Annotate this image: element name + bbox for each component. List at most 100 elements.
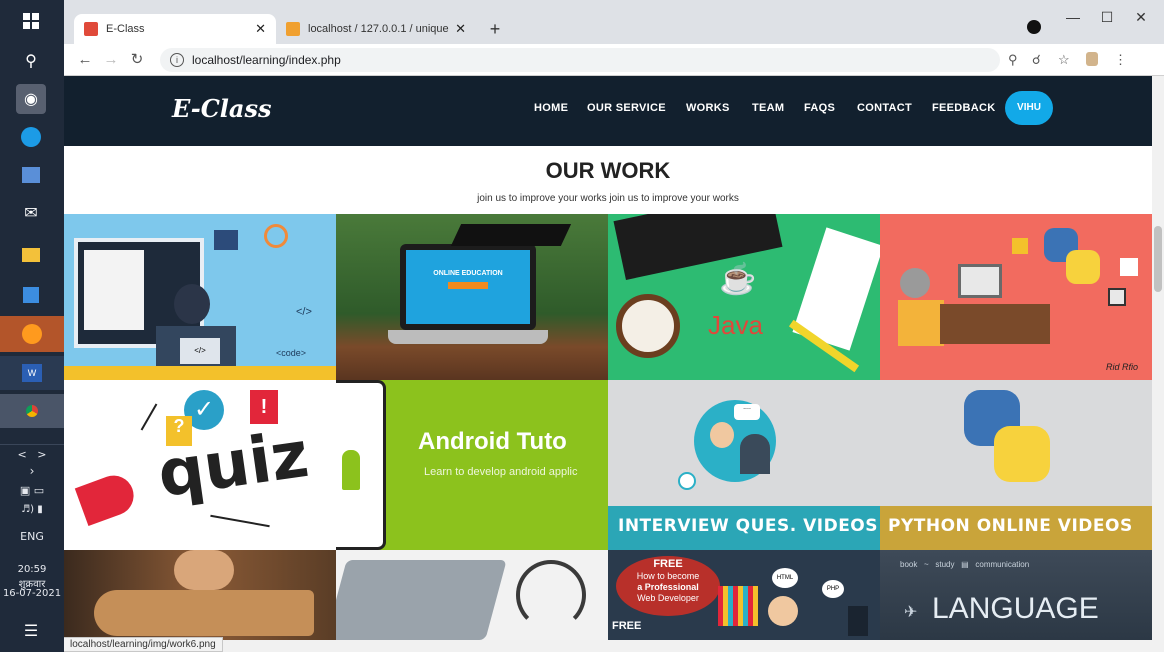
work-tile-quiz[interactable]: ✓ ? ! quiz — [64, 380, 336, 550]
exclamation-icon: ! — [250, 390, 278, 424]
guitar-illustration — [94, 590, 314, 636]
signature-mark: Rid Rfio — [1106, 362, 1139, 372]
search-icon[interactable]: ⚲ — [16, 46, 46, 76]
php-bubble: PHP — [822, 580, 844, 598]
html-bubble: HTML — [772, 568, 798, 588]
laptop-keyboard-illustration — [336, 560, 507, 640]
nav-contact[interactable]: CONTACT — [857, 102, 912, 114]
tab-title: E-Class — [106, 23, 145, 35]
user-button[interactable]: VIHU — [1005, 91, 1053, 125]
firefox-icon[interactable] — [0, 316, 64, 352]
tray-chevron-icon[interactable]: < > — [0, 448, 64, 461]
tab-eclass[interactable]: E-Class ✕ — [74, 14, 276, 44]
work-tile-java[interactable]: ☕ Java — [608, 214, 880, 380]
site-info-icon[interactable]: i — [170, 53, 184, 67]
tab-title: localhost / 127.0.0.1 / uniquede\ — [308, 23, 450, 35]
volume-tray-icon[interactable]: ♬) ▮ — [0, 504, 64, 515]
edge-browser-icon[interactable] — [16, 122, 46, 152]
work-tile-android[interactable]: Android Tuto Learn to develop android ap… — [336, 380, 608, 550]
android-subtitle: Learn to develop android applic — [424, 466, 578, 478]
python-logo-icon — [958, 390, 1058, 490]
windows-taskbar: ⚲ ◉ ✉ W < > › ▣ ▭ ♬) ▮ ENG 20:59 शुक्रवा… — [0, 0, 64, 652]
nav-our-service[interactable]: OUR SERVICE — [587, 102, 666, 114]
hand-illustration — [174, 550, 234, 590]
chrome-icon[interactable] — [0, 394, 64, 428]
word-icon[interactable]: W — [0, 356, 64, 390]
password-key-icon[interactable]: ⚲ — [1008, 52, 1018, 68]
work-tile-python-programmer[interactable]: Rid Rfio — [880, 214, 1152, 380]
code-tag-label: <code> — [276, 348, 307, 358]
nav-home[interactable]: HOME — [534, 102, 568, 114]
tab-phpmyadmin[interactable]: localhost / 127.0.0.1 / uniquede\ ✕ — [276, 14, 476, 44]
back-icon[interactable]: ← — [74, 49, 96, 71]
work-tile-online-education[interactable]: ONLINE EDUCATION — [336, 214, 608, 380]
profile-icon[interactable] — [1024, 18, 1044, 40]
work-tile-interview-questions[interactable]: .... INTERVIEW QUES. VIDEOS — [608, 380, 880, 550]
window-icon — [214, 230, 238, 250]
network-tray-icon[interactable]: ▣ ▭ — [0, 484, 64, 497]
tab-strip: E-Class ✕ localhost / 127.0.0.1 / unique… — [64, 0, 1164, 44]
store-icon[interactable] — [16, 280, 46, 310]
nav-faqs[interactable]: FAQS — [804, 102, 835, 114]
work-tile-language[interactable]: book ~ study ▤ communication LANGUAGE ✈ — [880, 550, 1152, 640]
close-tab-icon[interactable]: ✕ — [255, 21, 266, 37]
address-text: localhost/learning/index.php — [192, 53, 341, 67]
megaphone-icon — [74, 469, 140, 527]
android-robot-icon — [342, 450, 360, 490]
scrollbar-thumb[interactable] — [1154, 226, 1162, 292]
vertical-scrollbar[interactable] — [1152, 76, 1164, 640]
work-tile-medical[interactable] — [336, 550, 608, 640]
maximize-icon[interactable]: ☐ — [1090, 6, 1124, 28]
nav-team[interactable]: TEAM — [752, 102, 784, 114]
bookmark-star-icon[interactable]: ☆ — [1058, 52, 1070, 68]
webdev-line2: a Professional — [637, 582, 699, 592]
nav-feedback[interactable]: FEEDBACK — [932, 102, 996, 114]
notification-icon[interactable]: ☰ — [16, 616, 46, 646]
windows-start-icon[interactable] — [16, 6, 46, 36]
programmer-avatar — [900, 268, 930, 298]
monitor-icon — [848, 606, 868, 636]
minimize-icon[interactable]: — — [1056, 6, 1090, 28]
work-tile-web-development[interactable]: </> </> <code> — [64, 214, 336, 380]
mail-icon[interactable]: ✉ — [16, 198, 46, 228]
work-tile-python-videos[interactable]: PYTHON ONLINE VIDEOS — [880, 380, 1152, 550]
zoom-icon[interactable]: ☌ — [1032, 52, 1041, 68]
webdev-free: FREE — [653, 558, 683, 570]
tile-footer-strip — [64, 366, 336, 380]
close-window-icon[interactable]: ✕ — [1124, 6, 1158, 28]
network-app-icon[interactable] — [16, 160, 46, 190]
laptop: </> — [180, 338, 220, 364]
site-logo[interactable]: E-Class — [172, 94, 272, 123]
close-tab-icon[interactable]: ✕ — [455, 21, 466, 37]
gear-icon — [264, 224, 288, 248]
reload-icon[interactable]: ↻ — [126, 49, 148, 71]
extension-icon[interactable] — [1086, 52, 1098, 69]
work-tile-web-developer[interactable]: FREE How to become a Professional Web De… — [608, 550, 880, 640]
chat-bubble-icon: .... — [734, 404, 760, 420]
horizontal-scrollbar[interactable] — [64, 640, 1164, 652]
address-bar[interactable]: i localhost/learning/index.php — [160, 48, 1000, 72]
code-panel — [84, 250, 144, 330]
page-content: E-Class HOME OUR SERVICE WORKS TEAM FAQS… — [64, 76, 1152, 640]
tray-expand-icon[interactable]: › — [0, 464, 64, 478]
work-tile-music[interactable] — [64, 550, 336, 640]
developer-avatar — [174, 284, 210, 324]
forward-icon[interactable]: → — [100, 49, 122, 71]
desk-illustration — [940, 304, 1050, 344]
language-indicator[interactable]: ENG — [0, 530, 64, 543]
java-logo-icon: ☕ — [719, 263, 757, 296]
clock-date[interactable]: 16-07-2021 — [0, 588, 64, 599]
browser-toolbar: ← → ↻ i localhost/learning/index.php ⚲ ☌… — [64, 44, 1164, 76]
nav-works[interactable]: WORKS — [686, 102, 730, 114]
laptop-keyboard — [388, 330, 548, 344]
clock-time[interactable]: 20:59 — [0, 564, 64, 575]
eclass-favicon-icon — [84, 22, 98, 36]
decor-line — [210, 514, 270, 528]
file-explorer-icon[interactable] — [16, 240, 46, 270]
cta-bar — [448, 282, 488, 289]
python-videos-label: PYTHON ONLINE VIDEOS — [888, 516, 1133, 536]
new-tab-button[interactable]: + — [484, 18, 506, 40]
computer-icon — [958, 264, 1002, 298]
menu-dots-icon[interactable]: ⋮ — [1114, 52, 1127, 68]
camera-icon[interactable]: ◉ — [16, 84, 46, 114]
